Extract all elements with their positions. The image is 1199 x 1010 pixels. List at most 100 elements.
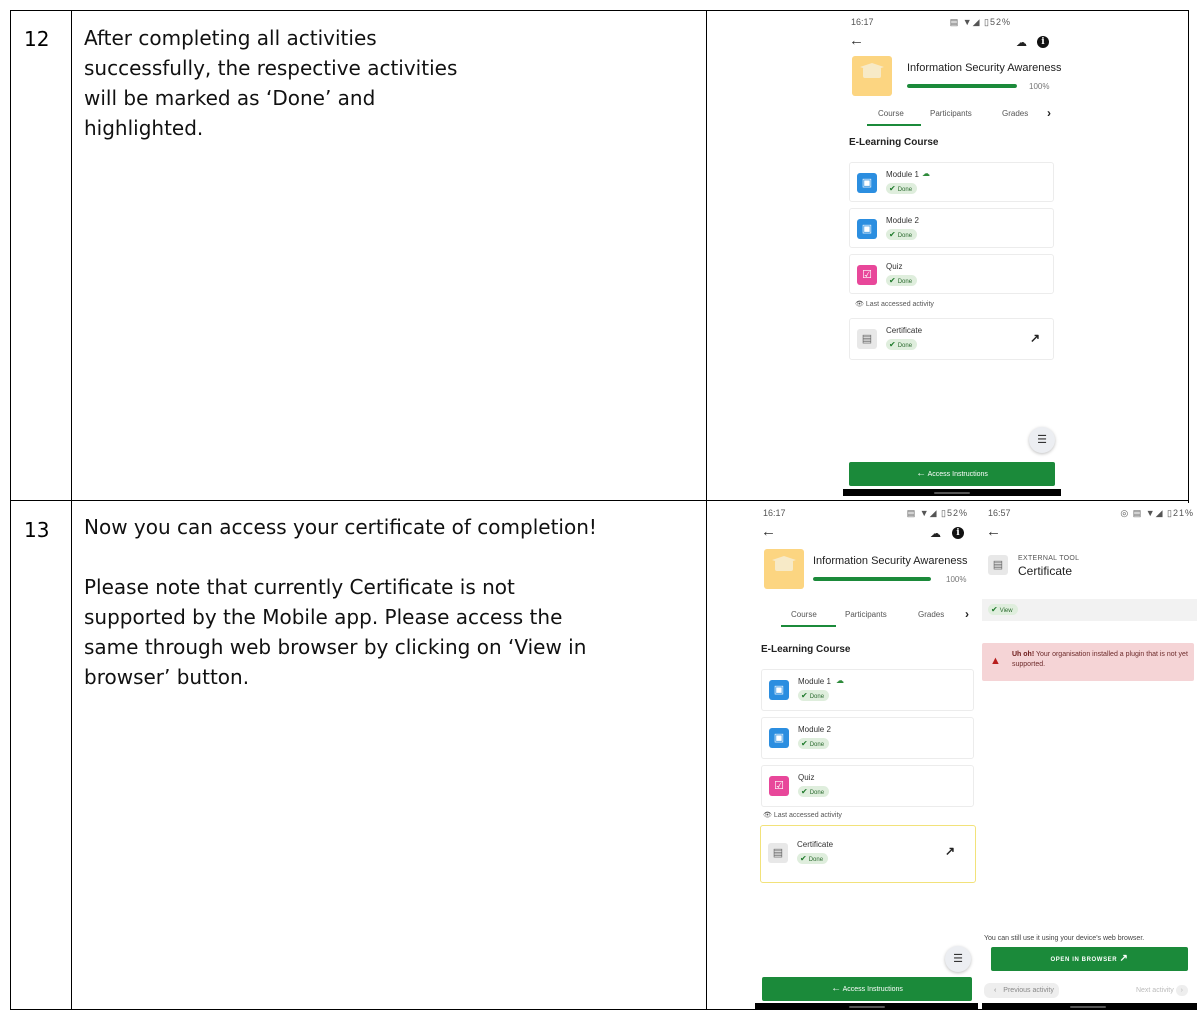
step-line: Please note that currently Certificate i…	[84, 575, 515, 599]
certificate-icon: ▤	[988, 555, 1008, 575]
activity-certificate-highlighted[interactable]: ▤ Certificate ✔ Done ↗	[760, 825, 976, 883]
done-badge: ✔ Done	[886, 229, 918, 240]
arrow-left-icon: ←	[831, 983, 842, 994]
status-time: 16:57	[988, 508, 1011, 518]
system-nav-bar	[843, 489, 1061, 496]
done-badge: ✔ Done	[886, 183, 918, 194]
certificate-icon: ▤	[857, 329, 877, 349]
module-icon: ▣	[769, 680, 789, 700]
course-image-icon	[852, 56, 892, 96]
list-icon: ☰	[953, 953, 963, 965]
check-icon: ✔	[889, 230, 896, 239]
done-badge: ✔ Done	[798, 738, 830, 749]
section-title: E-Learning Course	[849, 137, 939, 148]
external-tool-label: EXTERNAL TOOL	[1018, 555, 1080, 562]
tab-course[interactable]: Course	[878, 109, 904, 118]
activity-name: Certificate	[797, 840, 834, 849]
step-description: Now you can access your certificate of c…	[84, 512, 597, 692]
status-bar: 16:17 ▤ ▼◢ ▯52%	[755, 503, 978, 521]
tab-grades[interactable]: Grades	[1002, 109, 1028, 118]
back-arrow-icon[interactable]: ←	[849, 32, 864, 49]
status-label: Done	[809, 694, 825, 700]
step-line: Now you can access your certificate of c…	[84, 515, 597, 539]
status-label: Done	[897, 187, 913, 193]
step-line	[84, 542, 597, 572]
course-image-icon	[764, 549, 804, 589]
check-icon: ✔	[991, 605, 998, 614]
chevron-right-icon[interactable]: ›	[1047, 106, 1051, 120]
progress-label: 100%	[946, 575, 967, 584]
done-badge: ✔ Done	[797, 853, 829, 864]
app-top-bar: ← ☁ i	[755, 521, 978, 545]
activity-quiz[interactable]: ☑ Quiz ✔ Done	[849, 254, 1054, 294]
quiz-icon: ☑	[769, 776, 789, 796]
eye-icon: 👁	[763, 812, 772, 819]
course-screen-screenshot: 16:17 ▤ ▼◢ ▯52% ← ☁ i Information Securi…	[843, 12, 1061, 496]
course-title: Information Security Awareness	[813, 555, 968, 567]
done-badge: ✔ Done	[798, 786, 830, 797]
status-label: Done	[808, 857, 824, 863]
open-external-icon[interactable]: ↗	[945, 844, 955, 858]
check-icon: ✔	[889, 340, 896, 349]
activity-module-1[interactable]: ▣ Module 1 ☁ ✔ Done	[849, 162, 1054, 202]
access-instructions-button[interactable]: ← Access Instructions	[849, 462, 1055, 486]
step-line: browser’ button.	[84, 665, 250, 689]
cloud-download-icon[interactable]: ☁	[1016, 36, 1027, 49]
unsupported-plugin-alert: ▲ Uh oh! Your organisation installed a p…	[982, 643, 1194, 681]
activity-module-1[interactable]: ▣ Module 1 ☁ ✔ Done	[761, 669, 974, 711]
back-arrow-icon[interactable]: ←	[761, 523, 776, 540]
step-line: supported by the Mobile app. Please acce…	[84, 605, 563, 629]
chevron-right-icon: ›	[1175, 985, 1188, 996]
activity-certificate[interactable]: ▤ Certificate ✔ Done ↗	[849, 318, 1054, 360]
cloud-download-icon[interactable]: ☁	[930, 527, 941, 540]
open-external-icon: ↗	[1119, 953, 1129, 964]
previous-activity-button[interactable]: ‹ Previous activity	[984, 983, 1059, 998]
open-in-browser-label: OPEN IN BROWSER	[1050, 957, 1118, 963]
step-line: successfully, the respective activities	[84, 56, 458, 80]
tab-participants[interactable]: Participants	[845, 610, 887, 619]
system-nav-bar	[982, 1003, 1197, 1010]
module-icon: ▣	[857, 173, 877, 193]
info-icon[interactable]: i	[952, 527, 964, 539]
chevron-right-icon[interactable]: ›	[965, 607, 969, 621]
open-in-browser-button[interactable]: OPEN IN BROWSER ↗	[991, 947, 1188, 971]
activity-quiz[interactable]: ☑ Quiz ✔ Done	[761, 765, 974, 807]
tab-course[interactable]: Course	[791, 610, 817, 619]
check-icon: ✔	[889, 184, 896, 193]
next-activity-label: Next activity	[1135, 987, 1174, 994]
activity-module-2[interactable]: ▣ Module 2 ✔ Done	[849, 208, 1054, 248]
warning-icon: ▲	[990, 655, 1001, 667]
done-badge: ✔ Done	[798, 690, 830, 701]
activity-name: Module 1	[886, 170, 919, 179]
check-icon: ✔	[801, 691, 808, 700]
web-browser-note: You can still use it using your device's…	[984, 935, 1145, 942]
course-index-fab[interactable]: ☰	[945, 946, 971, 972]
status-bar: 16:17 ▤ ▼◢ ▯52%	[843, 12, 1061, 30]
activity-name: Certificate	[886, 326, 923, 335]
tab-participants[interactable]: Participants	[930, 109, 972, 118]
status-icons: ◎ ▤ ▼◢ ▯21%	[1120, 508, 1194, 518]
tab-grades[interactable]: Grades	[918, 610, 944, 619]
activity-name: Module 1	[798, 677, 831, 686]
done-badge: ✔ Done	[886, 339, 918, 350]
status-label: Done	[897, 343, 913, 349]
activity-module-2[interactable]: ▣ Module 2 ✔ Done	[761, 717, 974, 759]
check-icon: ✔	[801, 739, 808, 748]
active-tab-indicator	[781, 625, 836, 627]
activity-name: Module 2	[798, 725, 831, 734]
status-bar: 16:57 ◎ ▤ ▼◢ ▯21%	[982, 503, 1197, 521]
last-accessed-text: Last accessed activity	[865, 301, 934, 308]
column-divider	[71, 11, 72, 1009]
course-index-fab[interactable]: ☰	[1029, 427, 1055, 453]
view-label: View	[999, 608, 1013, 614]
app-top-bar: ← ☁ i	[843, 30, 1061, 54]
next-activity-button[interactable]: Next activity ›	[1131, 983, 1193, 998]
cloud-downloaded-icon: ☁	[922, 169, 930, 178]
step-line: same through web browser by clicking on …	[84, 635, 587, 659]
info-icon[interactable]: i	[1037, 36, 1049, 48]
access-instructions-button[interactable]: ← Access Instructions	[762, 977, 972, 1001]
back-arrow-icon[interactable]: ←	[986, 523, 1001, 540]
open-external-icon[interactable]: ↗	[1030, 331, 1040, 345]
activity-name: Quiz	[886, 262, 903, 271]
activity-name: Quiz	[798, 773, 815, 782]
